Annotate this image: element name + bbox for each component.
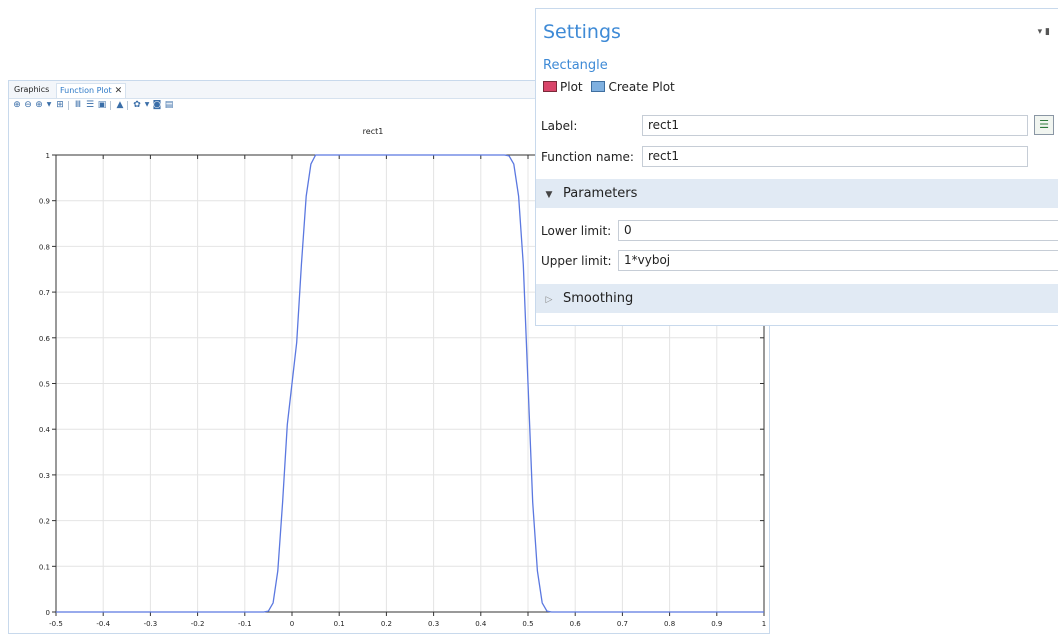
print-icon[interactable]: ▤: [164, 100, 174, 110]
x-tick-label: 0.4: [475, 620, 487, 628]
y-tick-label: 0.8: [39, 243, 50, 251]
settings-subtitle: Rectangle: [543, 58, 608, 73]
create-plot-icon: [591, 81, 606, 92]
x-tick-label: -0.3: [144, 620, 158, 628]
color-icon[interactable]: ✿: [132, 100, 142, 110]
x-tick-label: 1: [762, 620, 766, 628]
chevron-down-icon[interactable]: ▼: [142, 100, 152, 110]
y-tick-label: 0.1: [39, 563, 50, 571]
y-tick-label: 0: [46, 609, 50, 617]
settings-actions: Plot Create Plot: [543, 79, 680, 95]
y-tick-label: 0.2: [39, 518, 50, 526]
x-tick-label: 0: [290, 620, 294, 628]
table-icon[interactable]: ☰: [85, 100, 95, 110]
label-field[interactable]: rect1: [642, 115, 1028, 136]
smoothing-section-title: Smoothing: [563, 291, 634, 306]
grid-icon[interactable]: Ⅲ: [73, 100, 83, 110]
plot-button[interactable]: Plot: [543, 80, 591, 94]
upper-limit-field[interactable]: 1*vyboj: [618, 250, 1058, 271]
y-tick-label: 0.9: [39, 198, 50, 206]
y-tick-label: 0.6: [39, 335, 51, 343]
plot-icon: [543, 81, 557, 92]
x-tick-label: 0.6: [570, 620, 582, 628]
chevron-right-icon: ▷: [545, 295, 553, 305]
x-tick-label: -0.4: [96, 620, 110, 628]
pin-icon[interactable]: ▾ ▮: [1038, 27, 1050, 37]
plot-button-label: Plot: [560, 80, 583, 94]
y-tick-label: 0.7: [39, 289, 50, 297]
lock-icon[interactable]: ▲: [115, 100, 125, 110]
tab-function-plot[interactable]: Function Plot ✕: [56, 83, 127, 98]
toolbar-separator: [68, 101, 69, 110]
zoom-extents-icon[interactable]: ⊞: [55, 100, 65, 110]
tab-graphics[interactable]: Graphics: [11, 83, 52, 97]
create-plot-button-label: Create Plot: [608, 80, 675, 94]
parameters-section-title: Parameters: [563, 186, 638, 201]
function-name-label: Function name:: [541, 150, 634, 164]
upper-limit-label: Upper limit:: [541, 254, 612, 268]
lower-limit-label: Lower limit:: [541, 224, 612, 238]
x-tick-label: 0.9: [711, 620, 722, 628]
x-tick-label: 0.8: [664, 620, 675, 628]
y-tick-label: 1: [46, 152, 50, 160]
x-tick-label: -0.5: [49, 620, 63, 628]
y-tick-label: 0.4: [39, 426, 51, 434]
x-tick-label: 0.2: [381, 620, 392, 628]
lower-limit-field[interactable]: 0: [618, 220, 1058, 241]
zoom-out-icon[interactable]: ⊖: [23, 100, 33, 110]
x-tick-label: -0.1: [238, 620, 252, 628]
tab-function-plot-label: Function Plot: [60, 86, 112, 95]
settings-panel: Settings ▾ ▮ Rectangle Plot Create Plot …: [535, 8, 1058, 326]
function-name-field[interactable]: rect1: [642, 146, 1028, 167]
y-tick-label: 0.5: [39, 381, 50, 389]
zoom-in-icon[interactable]: ⊕: [12, 100, 22, 110]
label-field-label: Label:: [541, 119, 578, 133]
toolbar-separator: [110, 101, 111, 110]
chart-title: rect1: [363, 127, 384, 136]
legend-icon[interactable]: ▣: [97, 100, 107, 110]
x-tick-label: 0.1: [334, 620, 345, 628]
y-tick-label: 0.3: [39, 472, 50, 480]
chevron-down-icon: ▼: [545, 190, 553, 200]
x-tick-label: 0.7: [617, 620, 628, 628]
chevron-down-icon[interactable]: ▼: [44, 100, 54, 110]
x-tick-label: 0.3: [428, 620, 439, 628]
close-icon[interactable]: ✕: [115, 86, 123, 96]
x-tick-label: 0.5: [522, 620, 533, 628]
camera-icon[interactable]: ◙: [152, 100, 162, 110]
settings-title: Settings: [543, 21, 621, 43]
smoothing-section-header[interactable]: ▷ Smoothing: [536, 284, 1058, 313]
x-tick-label: -0.2: [191, 620, 205, 628]
comments-icon[interactable]: ☰: [1034, 115, 1054, 135]
parameters-section-header[interactable]: ▼ Parameters: [536, 179, 1058, 208]
toolbar-separator: [127, 101, 128, 110]
zoom-box-icon[interactable]: ⊕: [34, 100, 44, 110]
create-plot-button[interactable]: Create Plot: [591, 80, 679, 94]
